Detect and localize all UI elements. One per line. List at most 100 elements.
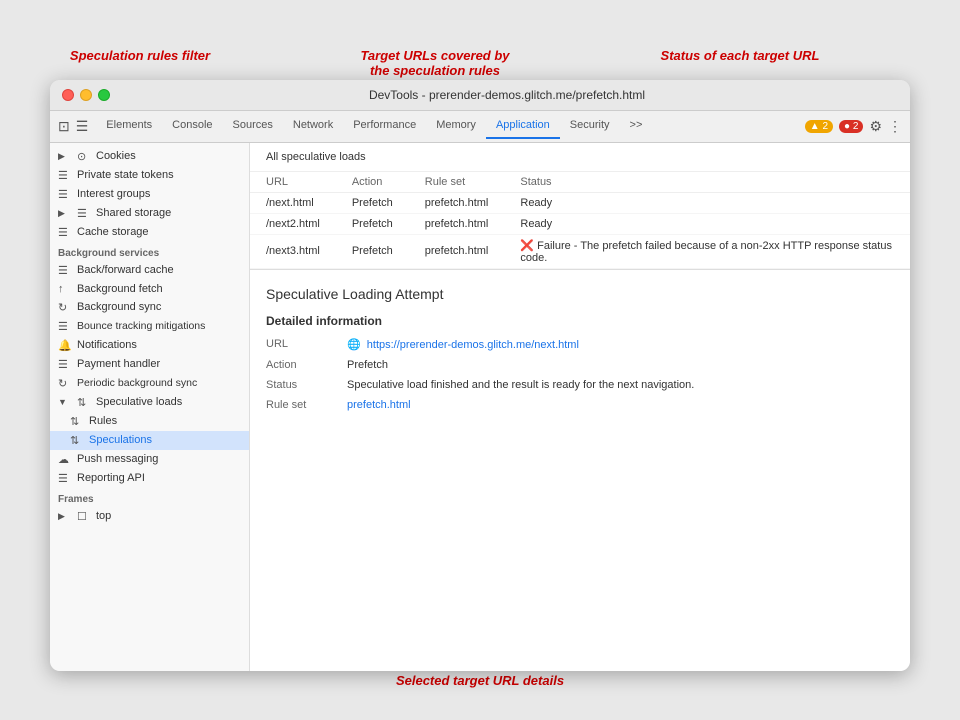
tab-performance[interactable]: Performance bbox=[343, 113, 426, 139]
tab-security[interactable]: Security bbox=[560, 113, 620, 139]
sidebar-item-top-frame[interactable]: ▶ ☐ top bbox=[50, 507, 249, 526]
col-ruleset: Rule set bbox=[409, 172, 505, 193]
window-title: DevTools - prerender-demos.glitch.me/pre… bbox=[116, 88, 898, 102]
periodic-sync-icon: ↻ bbox=[58, 377, 72, 390]
rules-icon: ⇅ bbox=[70, 415, 84, 428]
notification-icon: 🔔 bbox=[58, 339, 72, 352]
more-options-icon[interactable]: ⋮ bbox=[888, 118, 902, 135]
row1-url: /next.html bbox=[250, 192, 336, 213]
detail-value-status: Speculative load finished and the result… bbox=[347, 379, 694, 391]
cookie-icon: ⊙ bbox=[77, 150, 91, 163]
sidebar-item-back-forward[interactable]: ☰ Back/forward cache bbox=[50, 261, 249, 280]
sidebar-item-speculative-loads[interactable]: ▼ ⇅ Speculative loads bbox=[50, 393, 249, 412]
sidebar-label-spec-loads: Speculative loads bbox=[96, 396, 182, 408]
tab-application[interactable]: Application bbox=[486, 113, 560, 139]
detail-value-action: Prefetch bbox=[347, 359, 388, 371]
tab-network[interactable]: Network bbox=[283, 113, 343, 139]
sidebar-label-back-forward: Back/forward cache bbox=[77, 264, 174, 276]
sidebar-label-periodic: Periodic background sync bbox=[77, 377, 197, 389]
cursor-icon[interactable]: ⊡ bbox=[58, 118, 70, 135]
sidebar-label-rules: Rules bbox=[89, 415, 117, 427]
row2-ruleset: prefetch.html bbox=[409, 213, 505, 234]
bounce-icon: ☰ bbox=[58, 320, 72, 333]
row3-status: ❌ Failure - The prefetch failed because … bbox=[504, 234, 910, 268]
sidebar-item-reporting-api[interactable]: ☰ Reporting API bbox=[50, 469, 249, 488]
warning-badge: ▲ 2 bbox=[805, 120, 833, 133]
sidebar-label-cookies: Cookies bbox=[96, 150, 136, 162]
close-button[interactable] bbox=[62, 89, 74, 101]
toolbar-icons: ⊡ ☰ bbox=[58, 118, 88, 135]
sidebar-item-background-fetch[interactable]: ↑ Background fetch bbox=[50, 280, 249, 298]
reporting-icon: ☰ bbox=[58, 472, 72, 485]
sync-icon: ↻ bbox=[58, 301, 72, 314]
url-link[interactable]: https://prerender-demos.glitch.me/next.h… bbox=[367, 339, 579, 351]
spec-loads-icon: ⇅ bbox=[77, 396, 91, 409]
sidebar-item-bounce-tracking[interactable]: ☰ Bounce tracking mitigations bbox=[50, 317, 249, 336]
section-frames: Frames bbox=[50, 488, 249, 507]
sidebar-item-shared-storage[interactable]: ▶ ☰ Shared storage bbox=[50, 204, 249, 223]
minimize-button[interactable] bbox=[80, 89, 92, 101]
sidebar-item-private-state-tokens[interactable]: ☰ Private state tokens bbox=[50, 166, 249, 185]
table-row[interactable]: /next2.html Prefetch prefetch.html Ready bbox=[250, 213, 910, 234]
sidebar-item-periodic-bg-sync[interactable]: ↻ Periodic background sync bbox=[50, 374, 249, 393]
storage-icon2: ☰ bbox=[58, 188, 72, 201]
sidebar-label-push: Push messaging bbox=[77, 453, 158, 465]
detail-label-status: Status bbox=[266, 379, 331, 391]
expand-icon2: ▶ bbox=[58, 208, 72, 219]
tab-memory[interactable]: Memory bbox=[426, 113, 486, 139]
sidebar-item-payment-handler[interactable]: ☰ Payment handler bbox=[50, 355, 249, 374]
push-icon: ☁ bbox=[58, 453, 72, 466]
sidebar-item-speculations[interactable]: ⇅ Speculations bbox=[50, 431, 249, 450]
sidebar-label-reporting: Reporting API bbox=[77, 472, 145, 484]
sidebar-label-interest: Interest groups bbox=[77, 188, 150, 200]
detail-label-ruleset: Rule set bbox=[266, 399, 331, 411]
sidebar-item-cookies[interactable]: ▶ ⊙ Cookies bbox=[50, 147, 249, 166]
tab-sources[interactable]: Sources bbox=[223, 113, 283, 139]
devtools-main: ▶ ⊙ Cookies ☰ Private state tokens ☰ Int… bbox=[50, 143, 910, 671]
sidebar-item-background-sync[interactable]: ↻ Background sync bbox=[50, 298, 249, 317]
sidebar-item-rules[interactable]: ⇅ Rules bbox=[50, 412, 249, 431]
error-badge: ● 2 bbox=[839, 120, 863, 133]
tab-more[interactable]: >> bbox=[620, 113, 653, 139]
settings-icon[interactable]: ⚙ bbox=[869, 118, 882, 135]
table-row[interactable]: /next.html Prefetch prefetch.html Ready bbox=[250, 192, 910, 213]
tab-elements[interactable]: Elements bbox=[96, 113, 162, 139]
sidebar-item-notifications[interactable]: 🔔 Notifications bbox=[50, 336, 249, 355]
detail-label-action: Action bbox=[266, 359, 331, 371]
expand-spec-icon: ▼ bbox=[58, 397, 72, 407]
detail-row-ruleset: Rule set prefetch.html bbox=[266, 399, 894, 411]
tab-console[interactable]: Console bbox=[162, 113, 222, 139]
sidebar-label-bg-fetch: Background fetch bbox=[77, 283, 163, 295]
spec-table: URL Action Rule set Status /next.html Pr… bbox=[250, 172, 910, 269]
sidebar-label-shared: Shared storage bbox=[96, 207, 171, 219]
ruleset-link[interactable]: prefetch.html bbox=[347, 399, 411, 411]
detail-subtitle: Detailed information bbox=[266, 314, 894, 328]
speculations-icon: ⇅ bbox=[70, 434, 84, 447]
col-action: Action bbox=[336, 172, 409, 193]
annotation-selected-target: Selected target URL details bbox=[350, 673, 610, 688]
mobile-icon[interactable]: ☰ bbox=[76, 118, 89, 135]
content-area: All speculative loads URL Action Rule se… bbox=[250, 143, 910, 671]
sidebar-item-cache-storage[interactable]: ☰ Cache storage bbox=[50, 223, 249, 242]
sidebar-label-notifications: Notifications bbox=[77, 339, 137, 351]
row2-status: Ready bbox=[504, 213, 910, 234]
sidebar-item-push-messaging[interactable]: ☁ Push messaging bbox=[50, 450, 249, 469]
sidebar-label-bg-sync: Background sync bbox=[77, 301, 161, 313]
frame-icon: ☐ bbox=[77, 510, 91, 523]
spec-loads-header: All speculative loads bbox=[250, 143, 910, 172]
sidebar-label-payment: Payment handler bbox=[77, 358, 160, 370]
annotation-target-urls: Target URLs covered bythe speculation ru… bbox=[345, 48, 525, 78]
maximize-button[interactable] bbox=[98, 89, 110, 101]
storage-icon: ☰ bbox=[58, 169, 72, 182]
table-row[interactable]: /next3.html Prefetch prefetch.html ❌ Fai… bbox=[250, 234, 910, 268]
detail-row-status: Status Speculative load finished and the… bbox=[266, 379, 894, 391]
row2-action: Prefetch bbox=[336, 213, 409, 234]
sidebar: ▶ ⊙ Cookies ☰ Private state tokens ☰ Int… bbox=[50, 143, 250, 671]
fetch-icon: ↑ bbox=[58, 283, 72, 295]
browser-window: DevTools - prerender-demos.glitch.me/pre… bbox=[50, 80, 910, 671]
sidebar-item-interest-groups[interactable]: ☰ Interest groups bbox=[50, 185, 249, 204]
annotation-status: Status of each target URL bbox=[640, 48, 840, 63]
expand-icon: ▶ bbox=[58, 151, 72, 162]
toolbar-right: ▲ 2 ● 2 ⚙ ⋮ bbox=[805, 118, 902, 135]
detail-panel: Speculative Loading Attempt Detailed inf… bbox=[250, 269, 910, 671]
